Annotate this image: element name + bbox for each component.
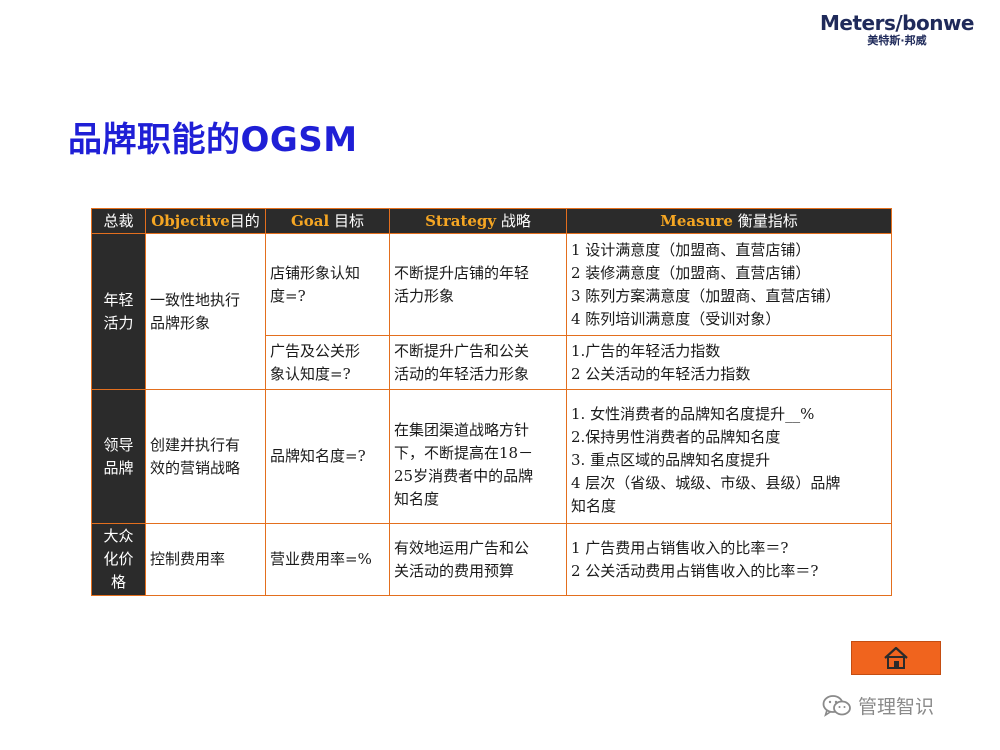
strategy-cell: 有效地运用广告和公 关活动的费用预算 [389,523,567,596]
goal-cell: 店铺形象认知 度=? [265,233,390,336]
table-header-row: 总裁 Objective目的 Goal 目标 Strategy 战略 Measu… [91,208,892,234]
measure-cell: 1.广告的年轻活力指数 2 公关活动的年轻活力指数 [566,335,892,390]
home-button[interactable] [851,641,941,675]
table-row: 大众 化价格 控制费用率 营业费用率=% 有效地运用广告和公 关活动的费用预算 1 … [91,523,892,596]
header-measure: Measure 衡量指标 [566,208,892,234]
header-goal: Goal 目标 [265,208,390,234]
category-cell: 大众 化价格 [91,523,146,596]
measure-cell: 1 设计满意度（加盟商、直营店铺） 2 装修满意度（加盟商、直营店铺） 3 陈列… [566,233,892,336]
wechat-icon [822,694,851,717]
strategy-cell: 不断提升店铺的年轻 活力形象 [389,233,567,336]
table-row: 年轻 活力 一致性地执行 品牌形象 店铺形象认知 度=? 不断提升店铺的年轻 活力形象 … [91,233,892,390]
objective-cell: 创建并执行有 效的营销战略 [145,389,266,524]
goal-cell: 营业费用率=% [265,523,390,596]
home-icon [884,646,908,669]
watermark: 管理智识 [822,692,934,719]
category-cell: 领导 品牌 [91,389,146,524]
goal-cell: 品牌知名度=? [265,389,390,524]
strategy-cell: 在集团渠道战略方针 下，不断提高在18－ 25岁消费者中的品牌 知名度 [389,389,567,524]
objective-cell: 一致性地执行 品牌形象 [145,233,266,390]
logo-wordmark: Meters/bonwe [820,11,975,35]
header-president: 总裁 [91,208,146,234]
header-objective: Objective目的 [145,208,266,234]
measure-cell: 1. 女性消费者的品牌知名度提升__% 2.保持男性消费者的品牌知名度 3. 重… [566,389,892,524]
ogsm-table: 总裁 Objective目的 Goal 目标 Strategy 战略 Measu… [91,208,892,596]
header-strategy: Strategy 战略 [389,208,567,234]
category-cell: 年轻 活力 [91,233,146,390]
page-title: 品牌职能的OGSM [68,120,358,160]
strategy-cell: 不断提升广告和公关 活动的年轻活力形象 [389,335,567,390]
logo-chinese-name: 美特斯·邦威 [867,34,927,47]
watermark-text: 管理智识 [858,696,935,718]
table-row: 领导 品牌 创建并执行有 效的营销战略 品牌知名度=? 在集团渠道战略方针 下，不断… [91,389,892,524]
measure-cell: 1 广告费用占销售收入的比率＝? 2 公关活动费用占销售收入的比率＝? [566,523,892,596]
brand-logo: Meters/bonwe 美特斯·邦威 [820,11,975,48]
objective-cell: 控制费用率 [145,523,266,596]
goal-cell: 广告及公关形 象认知度=? [265,335,390,390]
